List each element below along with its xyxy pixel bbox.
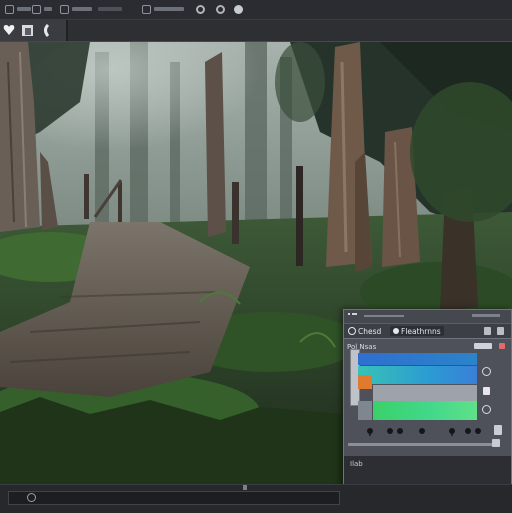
ring-filled-icon — [234, 4, 243, 14]
tool-group — [0, 20, 68, 41]
radio-button[interactable] — [482, 405, 491, 414]
gradient-band-green[interactable] — [373, 401, 477, 420]
square-icon — [32, 4, 41, 14]
swatch-slot[interactable] — [358, 401, 372, 420]
cube-icon — [21, 24, 33, 36]
record-icon[interactable] — [27, 493, 36, 502]
tab-chesd[interactable]: Chesd — [348, 326, 381, 336]
menu-item-2[interactable] — [32, 3, 52, 15]
options-icon[interactable] — [497, 327, 504, 335]
menu-item-6[interactable] — [196, 3, 205, 15]
menu-item-8[interactable] — [234, 3, 243, 15]
ring-icon — [196, 4, 205, 14]
heart-tool-button[interactable] — [2, 23, 16, 37]
close-icon[interactable] — [499, 343, 505, 349]
square-icon — [5, 4, 14, 14]
bar-icon — [72, 7, 92, 11]
color-chip[interactable] — [483, 387, 490, 395]
section-toggle[interactable] — [474, 343, 492, 349]
panel-footer: Ilab — [344, 456, 511, 484]
timeline-track[interactable] — [8, 491, 340, 505]
menu-item-4[interactable] — [98, 3, 122, 15]
panel-tabs: Chesd Fleathrnns — [344, 324, 511, 339]
gradient-band-blue[interactable] — [358, 353, 477, 365]
square-icon — [60, 4, 69, 14]
panel-body: Pol Nsas Ilab — [344, 339, 511, 484]
menu-item-7[interactable] — [216, 3, 225, 15]
timeline-bar — [0, 484, 512, 513]
orange-swatch[interactable] — [358, 375, 372, 389]
cube-tool-button[interactable] — [20, 23, 34, 37]
radio-button[interactable] — [482, 367, 491, 376]
panel-title-bar[interactable] — [344, 310, 511, 323]
tab-label: Chesd — [358, 326, 382, 336]
panel-title-controls[interactable] — [472, 314, 500, 317]
menu-item-5[interactable] — [142, 3, 184, 15]
toolbar — [0, 20, 512, 42]
circle-icon — [348, 327, 356, 335]
lock-icon[interactable] — [484, 327, 491, 335]
panel-title-placeholder — [364, 315, 404, 317]
gradient-band-teal[interactable] — [358, 366, 477, 384]
bar-icon — [44, 7, 52, 11]
gradient-band-gray[interactable] — [373, 385, 477, 401]
scene-viewport[interactable]: Chesd Fleathrnns Pol Nsas Ilab — [0, 42, 512, 484]
tab-fleathrnns[interactable]: Fleathrnns — [390, 326, 444, 336]
ring-icon — [216, 4, 225, 14]
tab-label: Fleathrnns — [401, 326, 441, 336]
heart-icon — [3, 25, 15, 35]
bracket-icon — [44, 23, 50, 37]
scroll-handle[interactable] — [494, 425, 502, 435]
playhead-marker[interactable] — [243, 485, 247, 490]
bar-icon — [98, 7, 122, 11]
bracket-tool-button[interactable] — [40, 23, 54, 37]
menu-item-1[interactable] — [5, 3, 31, 15]
footer-label: Ilab — [350, 460, 363, 468]
menu-bar — [0, 0, 512, 20]
square-icon — [142, 4, 151, 14]
bar-icon — [17, 7, 31, 11]
bar-icon — [154, 7, 184, 11]
panel-menu-icon — [348, 313, 357, 315]
filled-circle-icon — [393, 328, 399, 334]
slider-knob[interactable] — [492, 439, 500, 447]
menu-item-3[interactable] — [60, 3, 92, 15]
panel-slider[interactable] — [348, 439, 500, 447]
color-panel: Chesd Fleathrnns Pol Nsas Ilab — [343, 309, 512, 484]
glyph-row — [367, 428, 481, 436]
